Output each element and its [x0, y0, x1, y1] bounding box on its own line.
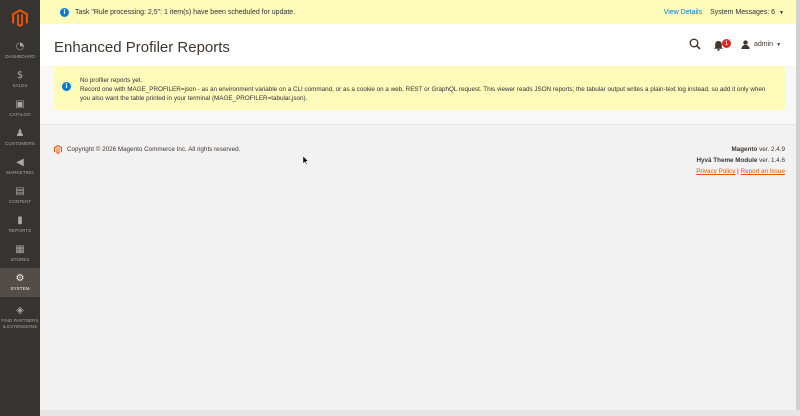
sidebar-item-label: STORES — [10, 257, 30, 263]
puzzle-icon: ◈ — [16, 305, 24, 316]
sidebar-item-catalog[interactable]: ▣ CATALOG — [0, 94, 40, 123]
magento-mini-logo-icon — [54, 145, 62, 154]
main-content: i Task "Rule processing: 2,5": 1 item(s)… — [40, 0, 796, 410]
megaphone-icon: ◀ — [16, 157, 24, 169]
admin-user-menu[interactable]: admin ▼ — [741, 40, 781, 49]
page-footer: Copyright © 2026 Magento Commerce Inc. A… — [40, 124, 796, 410]
magento-logo[interactable] — [0, 0, 40, 36]
caret-down-icon: ▼ — [779, 9, 784, 16]
sidebar-item-label: REPORTS — [8, 228, 32, 234]
sidebar-item-sales[interactable]: $ SALES — [0, 65, 40, 94]
system-messages-toggle[interactable]: System Messages: 6 ▼ — [710, 9, 784, 16]
report-issue-link[interactable]: Report an Issue — [741, 168, 785, 175]
hyva-name: Hyvä Theme Module — [696, 157, 758, 164]
store-icon: ▦ — [15, 244, 25, 256]
sidebar-item-label: DASHBOARD — [5, 54, 35, 60]
system-messages-label: System Messages: 6 — [710, 8, 776, 16]
sidebar-item-content[interactable]: ▤ CONTENT — [0, 181, 40, 210]
sidebar-item-stores[interactable]: ▦ STORES — [0, 239, 40, 268]
dashboard-icon: ◔ — [15, 41, 25, 53]
hyva-version-number: ver. 1.4.6 — [757, 157, 785, 164]
hyva-version: Hyvä Theme Module ver. 1.4.6 — [696, 155, 785, 166]
notification-count-badge: 1 — [722, 39, 731, 48]
view-details-link[interactable]: View Details — [664, 9, 702, 16]
magento-version-number: ver. 2.4.9 — [757, 146, 785, 153]
gear-icon: ⚙ — [15, 273, 25, 285]
copyright-text: Copyright © 2026 Magento Commerce Inc. A… — [67, 146, 241, 153]
info-icon: i — [60, 7, 69, 17]
notice-heading: No profiler reports yet. — [80, 77, 143, 84]
magento-logo-icon — [12, 9, 28, 27]
sidebar-item-dashboard[interactable]: ◔ DASHBOARD — [0, 36, 40, 65]
magento-version: Magento ver. 2.4.9 — [696, 144, 785, 155]
sidebar-item-label: CATALOG — [9, 112, 31, 118]
version-info: Magento ver. 2.4.9 Hyvä Theme Module ver… — [696, 144, 785, 177]
sidebar-item-label: FIND PARTNERS & EXTENSIONS — [1, 318, 39, 329]
admin-username: admin — [754, 41, 774, 48]
sidebar-item-reports[interactable]: ▮ REPORTS — [0, 210, 40, 239]
sidebar-item-customers[interactable]: ♟ CUSTOMERS — [0, 123, 40, 152]
sidebar-item-find[interactable]: ◈ FIND PARTNERS & EXTENSIONS — [0, 297, 40, 337]
footer-links: Privacy Policy | Report an Issue — [696, 166, 785, 177]
sidebar-item-label: CONTENT — [8, 199, 32, 205]
profiler-empty-notice: i No profiler reports yet. Record one wi… — [54, 66, 786, 110]
caret-down-icon: ▼ — [776, 41, 782, 48]
bar-chart-icon: ▮ — [17, 215, 23, 227]
admin-sidebar: ◔ DASHBOARD $ SALES ▣ CATALOG ♟ CUSTOMERS ◀ MARKE… — [0, 0, 40, 416]
sidebar-item-marketing[interactable]: ◀ MARKETING — [0, 152, 40, 181]
notice-body: Record one with MAGE_PROFILER=json - as … — [80, 86, 766, 102]
sidebar-item-label: SALES — [12, 83, 28, 89]
notification-message: Task "Rule processing: 2,5": 1 item(s) h… — [75, 8, 296, 16]
person-icon: ♟ — [15, 128, 25, 140]
copyright: Copyright © 2026 Magento Commerce Inc. A… — [54, 145, 240, 154]
box-icon: ▣ — [15, 99, 25, 111]
privacy-policy-link[interactable]: Privacy Policy — [696, 168, 735, 175]
horizontal-scrollbar[interactable] — [40, 410, 800, 416]
sidebar-item-label: SYSTEM — [10, 286, 30, 292]
page-title: Enhanced Profiler Reports — [54, 39, 230, 56]
content-icon: ▤ — [15, 186, 25, 198]
mouse-cursor-icon — [303, 156, 309, 165]
system-notification-bar: i Task "Rule processing: 2,5": 1 item(s)… — [40, 0, 796, 24]
sidebar-item-label: MARKETING — [6, 170, 34, 176]
info-icon: i — [62, 82, 71, 91]
sidebar-item-system[interactable]: ⚙ SYSTEM — [0, 268, 40, 297]
magento-name: Magento — [731, 146, 758, 153]
dollar-icon: $ — [16, 70, 24, 82]
vertical-scrollbar[interactable] — [796, 0, 800, 416]
sidebar-item-label: CUSTOMERS — [5, 141, 35, 147]
user-icon — [741, 40, 750, 49]
page-header: Enhanced Profiler Reports — [40, 24, 796, 66]
search-icon[interactable] — [689, 38, 701, 50]
